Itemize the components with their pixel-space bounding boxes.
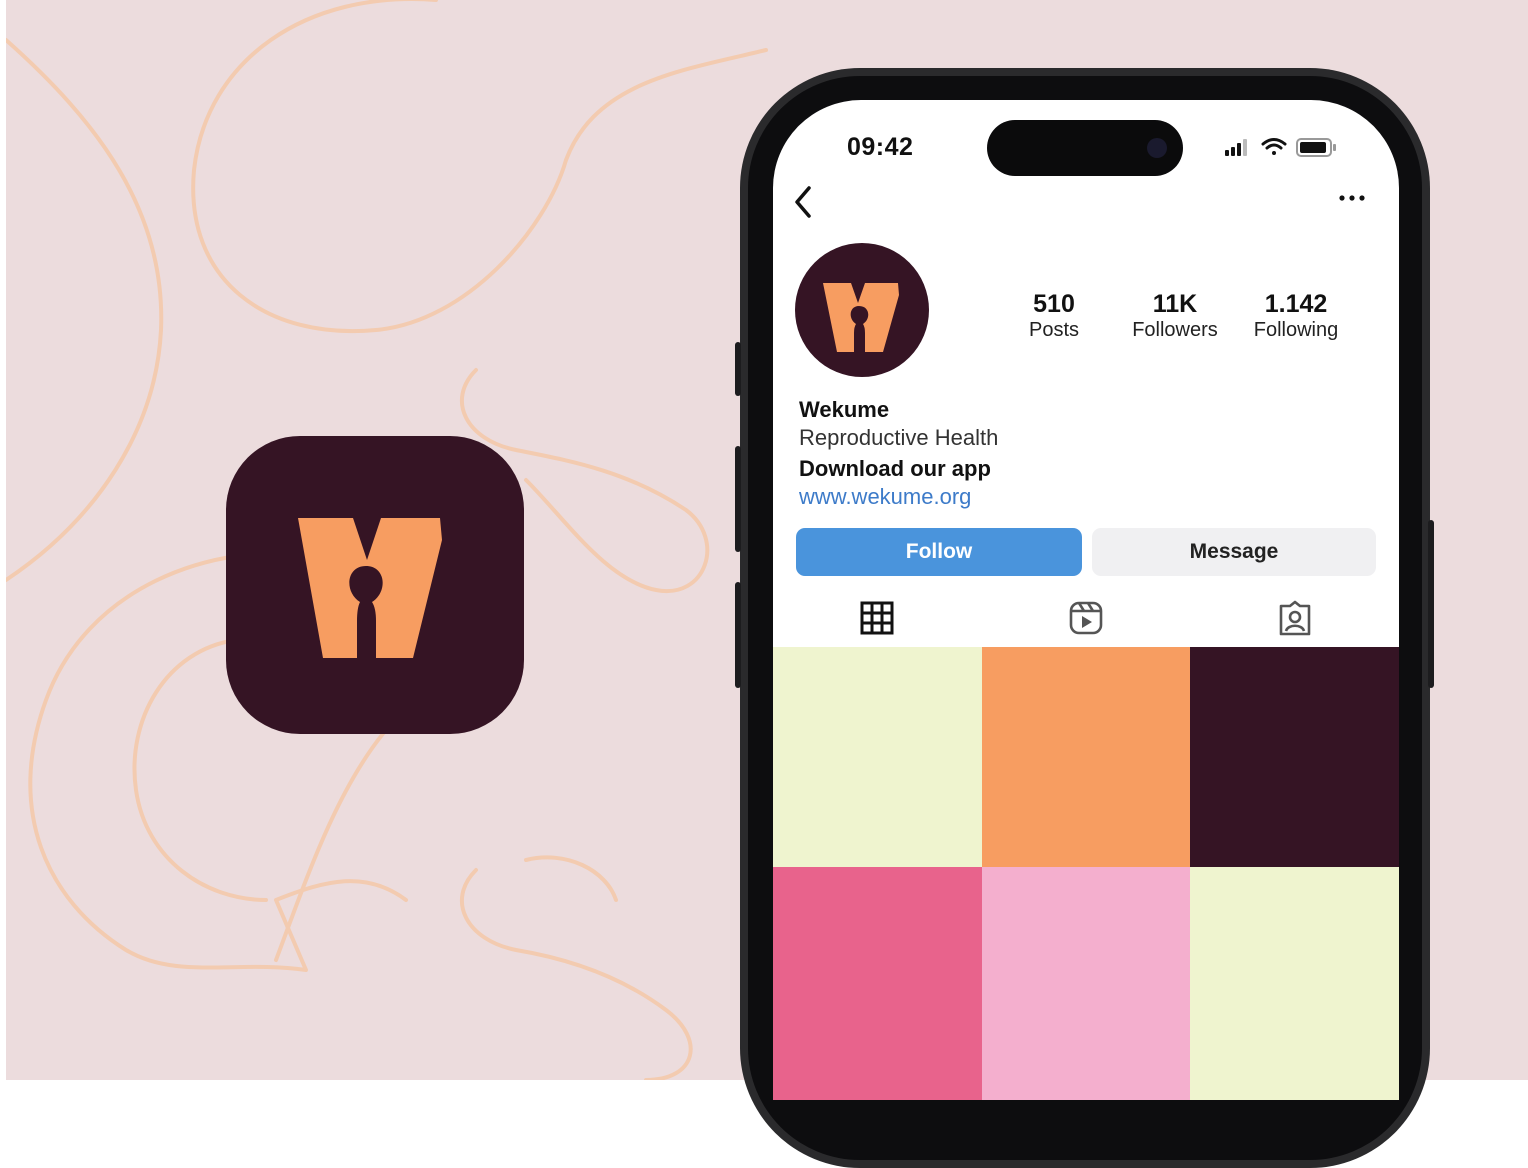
profile-website-link[interactable]: www.wekume.org — [799, 483, 1199, 511]
profile-cta: Download our app — [799, 456, 991, 481]
dynamic-island — [987, 120, 1183, 176]
post-thumbnail[interactable] — [982, 867, 1190, 1100]
status-icons — [1225, 138, 1336, 157]
stat-value: 11K — [1152, 290, 1198, 318]
stat-posts[interactable]: 510 Posts — [994, 290, 1114, 342]
profile-avatar[interactable] — [795, 243, 929, 377]
profile-name: Wekume — [799, 397, 890, 422]
tagged-icon[interactable] — [1277, 600, 1313, 636]
profile-category: Reproductive Health — [799, 425, 999, 450]
post-thumbnail[interactable] — [1190, 867, 1399, 1100]
camera-icon — [1147, 138, 1167, 158]
stat-following[interactable]: 1.142 Following — [1236, 290, 1356, 342]
stat-label: Following — [1253, 319, 1339, 341]
post-thumbnail[interactable] — [982, 647, 1190, 867]
grid-icon[interactable] — [859, 600, 895, 636]
battery-icon — [1296, 138, 1336, 157]
app-icon — [226, 436, 524, 734]
phone-side-button — [735, 342, 741, 396]
post-thumbnail[interactable] — [773, 647, 982, 867]
wifi-icon — [1261, 138, 1287, 155]
stat-label: Followers — [1132, 319, 1218, 341]
phone-screen: 09:42 510 Posts 11K Followers 1.142 Foll… — [773, 100, 1399, 1100]
stat-value: 510 — [1033, 290, 1075, 318]
signal-icon — [1225, 139, 1247, 156]
stat-label: Posts — [1028, 319, 1080, 341]
phone-volume-down-button — [735, 582, 741, 688]
phone-power-button — [1428, 520, 1434, 688]
stat-value: 1.142 — [1264, 290, 1328, 318]
chevron-left-icon[interactable] — [791, 184, 815, 220]
more-horizontal-icon[interactable] — [1337, 190, 1367, 206]
wekume-logo-icon — [298, 518, 442, 658]
phone-volume-up-button — [735, 446, 741, 552]
wekume-logo-icon — [823, 283, 899, 352]
post-grid — [773, 647, 1399, 1100]
status-time: 09:42 — [847, 133, 914, 161]
message-button[interactable]: Message — [1092, 528, 1376, 576]
post-thumbnail[interactable] — [773, 867, 982, 1100]
stat-followers[interactable]: 11K Followers — [1115, 290, 1235, 342]
post-thumbnail[interactable] — [1190, 647, 1399, 867]
follow-button[interactable]: Follow — [796, 528, 1082, 576]
profile-bio: Wekume Reproductive Health Download our … — [799, 396, 1199, 511]
reels-icon[interactable] — [1068, 600, 1104, 636]
